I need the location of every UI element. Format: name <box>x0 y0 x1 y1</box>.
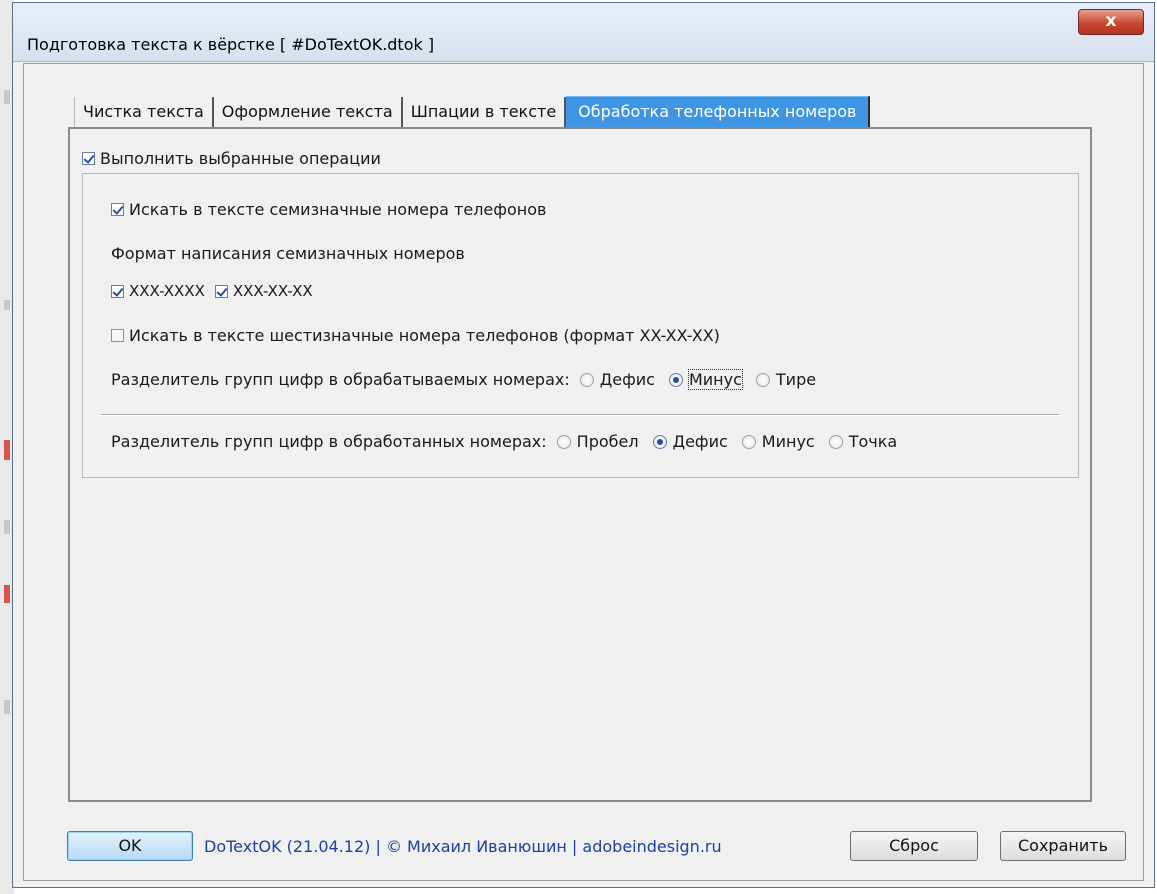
seven-digit-label: Искать в тексте семизначные номера телеф… <box>129 200 547 219</box>
execute-operations-label: Выполнить выбранные операции <box>100 149 381 168</box>
radio-on-icon <box>652 434 667 449</box>
radio-off-icon <box>579 372 594 387</box>
title-bar: Подготовка текста к вёрстке [ #DoTextOK.… <box>13 3 1154 62</box>
radio-off-icon <box>741 434 756 449</box>
input-separator-hyphen-radio[interactable]: Дефис <box>579 370 655 389</box>
format-options-row: XXX-XXXX XXX-XX-XX <box>111 282 327 300</box>
checkbox-checked-icon <box>111 284 124 298</box>
edge-mark <box>4 520 10 534</box>
tab-text-cleanup[interactable]: Чистка текста <box>74 97 214 127</box>
format-xxx-xx-xx-checkbox[interactable]: XXX-XX-XX <box>214 282 313 300</box>
output-separator-space-radio[interactable]: Пробел <box>556 432 639 451</box>
edge-mark <box>4 700 10 714</box>
dialog-body: Чистка текста Оформление текста Шпации в… <box>23 63 1144 881</box>
save-button[interactable]: Сохранить <box>1000 831 1126 861</box>
tab-spaces[interactable]: Шпации в тексте <box>402 97 567 127</box>
tab-strip: Чистка текста Оформление текста Шпации в… <box>74 96 871 127</box>
edge-mark <box>4 300 10 310</box>
seven-digit-checkbox[interactable]: Искать в тексте семизначные номера телеф… <box>111 200 546 219</box>
format-xxx-xxxx-checkbox[interactable]: XXX-XXXX <box>111 282 205 300</box>
radio-label: Пробел <box>576 432 639 451</box>
footer-info: DoTextOK (21.04.12) | © Михаил Иванюшин … <box>204 837 722 856</box>
checkbox-checked-icon <box>111 203 124 216</box>
reset-button[interactable]: Сброс <box>850 831 978 861</box>
tab-panel-phone-numbers: Выполнить выбранные операции Искать в те… <box>68 127 1092 802</box>
radio-label: Минус <box>761 432 815 451</box>
radio-label: Точка <box>848 432 898 451</box>
execute-operations-checkbox[interactable]: Выполнить выбранные операции <box>82 149 381 168</box>
window-title: Подготовка текста к вёрстке [ #DoTextOK.… <box>27 35 435 54</box>
seven-digit-format-heading: Формат написания семизначных номеров <box>111 244 465 263</box>
format-xxx-xxxx-label: XXX-XXXX <box>129 282 205 300</box>
format-xxx-xx-xx-label: XXX-XX-XX <box>232 282 313 300</box>
checkbox-unchecked-icon <box>111 329 124 342</box>
output-separator-hyphen-radio[interactable]: Дефис <box>652 432 728 451</box>
checkbox-checked-icon <box>214 284 228 298</box>
output-separator-minus-radio[interactable]: Минус <box>741 432 815 451</box>
radio-off-icon <box>755 372 770 387</box>
edge-mark <box>4 440 10 460</box>
phone-options-group: Искать в тексте семизначные номера телеф… <box>82 173 1079 478</box>
radio-off-icon <box>556 434 571 449</box>
output-separator-row: Разделитель групп цифр в обработанных но… <box>111 432 911 451</box>
tab-phone-numbers[interactable]: Обработка телефонных номеров <box>566 96 871 127</box>
radio-label: Тире <box>775 370 817 389</box>
input-separator-label: Разделитель групп цифр в обрабатываемых … <box>111 370 570 389</box>
dialog-window: Подготовка текста к вёрстке [ #DoTextOK.… <box>12 2 1155 888</box>
input-separator-dash-radio[interactable]: Тире <box>755 370 817 389</box>
output-separator-dot-radio[interactable]: Точка <box>828 432 898 451</box>
six-digit-checkbox[interactable]: Искать в тексте шестизначные номера теле… <box>111 326 720 345</box>
input-separator-minus-radio[interactable]: Минус <box>668 369 743 390</box>
radio-on-icon <box>668 372 683 387</box>
close-button[interactable]: x <box>1078 9 1144 35</box>
ok-button[interactable]: OK <box>67 831 193 861</box>
six-digit-label: Искать в тексте шестизначные номера теле… <box>129 326 720 345</box>
input-separator-row: Разделитель групп цифр в обрабатываемых … <box>111 369 830 390</box>
radio-off-icon <box>828 434 843 449</box>
radio-label: Дефис <box>672 432 728 451</box>
edge-mark <box>4 90 10 104</box>
tab-text-formatting[interactable]: Оформление текста <box>213 97 403 127</box>
output-separator-label: Разделитель групп цифр в обработанных но… <box>111 432 547 451</box>
radio-label: Минус <box>687 369 743 390</box>
checkbox-checked-icon <box>82 152 95 165</box>
radio-label: Дефис <box>599 370 655 389</box>
edge-mark <box>4 585 10 603</box>
group-separator <box>101 414 1059 416</box>
